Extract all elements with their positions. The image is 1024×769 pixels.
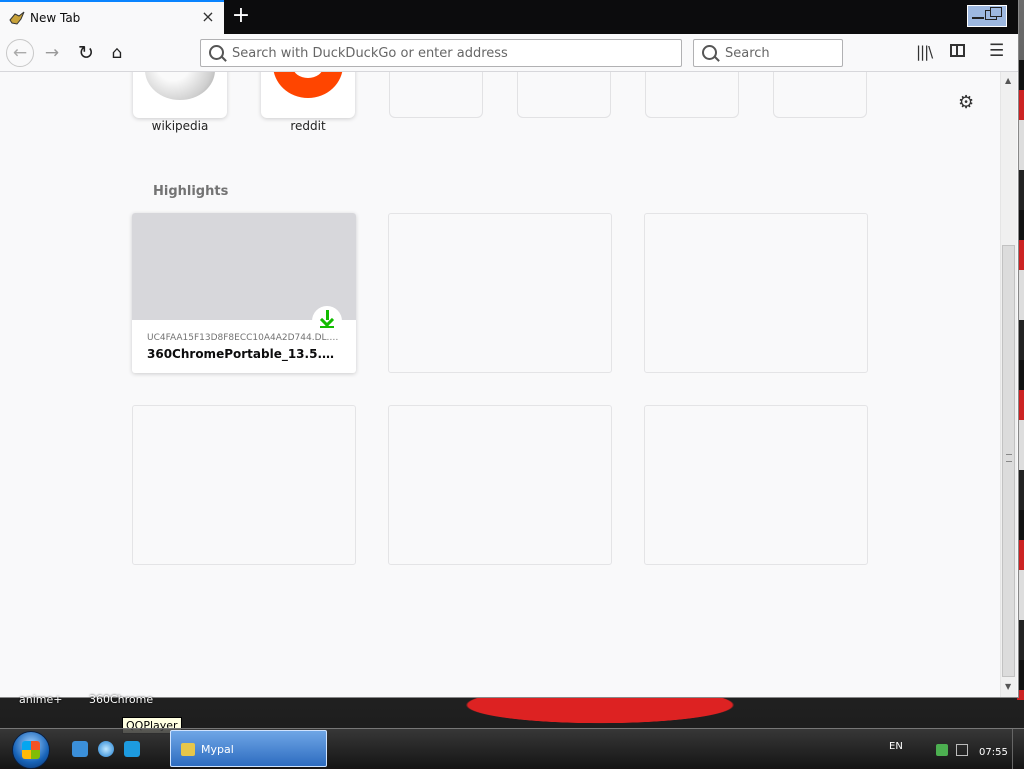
url-bar-placeholder: Search with DuckDuckGo or enter address (232, 46, 508, 61)
scrollbar-thumb[interactable] (1002, 245, 1015, 677)
top-site-reddit[interactable]: reddit (261, 72, 355, 133)
search-icon (702, 45, 717, 60)
highlight-card-empty (644, 213, 868, 373)
download-arrow-base (320, 326, 334, 328)
top-site-empty[interactable] (389, 72, 483, 118)
qqplayer-icon[interactable] (124, 741, 140, 757)
gear-icon[interactable]: ⚙ (958, 92, 974, 113)
reddit-logo-icon (273, 72, 343, 98)
top-site-wikipedia[interactable]: wikipedia (133, 72, 227, 133)
forward-button[interactable]: → (38, 39, 66, 67)
scroll-up-arrow-icon[interactable]: ▲ (1005, 76, 1011, 85)
volume-icon[interactable] (956, 744, 968, 756)
internet-explorer-icon[interactable] (98, 741, 114, 757)
search-icon (209, 45, 224, 60)
highlight-card-empty (132, 405, 356, 565)
top-site-label: wikipedia (151, 119, 209, 133)
reload-button[interactable]: ↻ (72, 39, 100, 67)
reddit-face-shape (293, 72, 323, 78)
scrollbar-grip-icon (1006, 454, 1012, 462)
home-button[interactable]: ⌂ (103, 39, 131, 67)
desktop-icon-label[interactable]: anime+ (19, 693, 62, 706)
desktop-icon-label[interactable]: 360Chrome (89, 693, 153, 706)
card-host: UC4FAA15F13D8F8ECC10A4A2D744.DL.DR... (147, 333, 342, 343)
minimize-icon[interactable] (972, 10, 984, 19)
taskbar-button-mypal[interactable]: Mypal (170, 730, 327, 767)
highlight-card-empty (388, 213, 612, 373)
top-site-empty[interactable] (517, 72, 611, 118)
search-bar[interactable]: Search (693, 39, 843, 67)
system-clock[interactable]: 07:55 (979, 747, 1008, 758)
highlight-card-download[interactable]: UC4FAA15F13D8F8ECC10A4A2D744.DL.DR... 36… (132, 213, 356, 373)
url-bar[interactable]: Search with DuckDuckGo or enter address (200, 39, 682, 67)
new-tab-page: ⚙ wikipedia reddit Highlights UC4FAA15F1… (0, 72, 1000, 697)
mypal-logo-icon (181, 743, 195, 756)
top-site-empty[interactable] (645, 72, 739, 118)
card-preview-image (132, 213, 356, 320)
mypal-logo-icon (9, 11, 25, 25)
window-controls[interactable] (967, 5, 1007, 27)
highlight-card-empty (644, 405, 868, 565)
navigation-toolbar: ← → ↻ ⌂ Search with DuckDuckGo or enter … (0, 34, 1018, 72)
back-button[interactable]: ← (6, 39, 34, 67)
download-badge (312, 306, 342, 336)
restore-icon-back (990, 7, 1002, 17)
taskbar: Mypal EN 07:55 (0, 728, 1024, 769)
browser-window: New Tab × + ← → ↻ ⌂ Search with DuckDuck… (0, 0, 1019, 698)
windows-logo-icon (22, 741, 40, 759)
tab-bar: New Tab × + (0, 0, 1018, 34)
show-desktop-button[interactable] (1012, 729, 1024, 769)
library-button[interactable]: |||\ (916, 43, 933, 61)
new-tab-button[interactable]: + (230, 4, 252, 28)
close-tab-icon[interactable]: × (200, 8, 216, 26)
hamburger-menu-button[interactable]: ☰ (989, 41, 1004, 61)
start-button[interactable] (12, 731, 50, 769)
top-site-empty[interactable] (773, 72, 867, 118)
quicklaunch-app-icon[interactable] (72, 741, 88, 757)
language-indicator[interactable]: EN (889, 741, 903, 752)
wikipedia-logo-icon (145, 72, 215, 100)
tab-title: New Tab (30, 11, 81, 25)
card-title: 360ChromePortable_13.5.1030_... (147, 347, 342, 361)
taskbar-button-label: Mypal (201, 743, 234, 756)
top-site-label: reddit (290, 119, 326, 133)
highlight-card-empty (388, 405, 612, 565)
download-arrow-icon (320, 310, 334, 326)
page-scrollbar[interactable]: ▲ ▼ (1000, 72, 1017, 697)
search-bar-placeholder: Search (725, 46, 770, 61)
tab-new-tab[interactable]: New Tab × (0, 0, 224, 34)
highlights-heading: Highlights (153, 184, 229, 199)
scroll-down-arrow-icon[interactable]: ▼ (1005, 682, 1011, 691)
network-icon[interactable] (936, 744, 948, 756)
sidebar-toggle-icon[interactable] (950, 44, 965, 57)
